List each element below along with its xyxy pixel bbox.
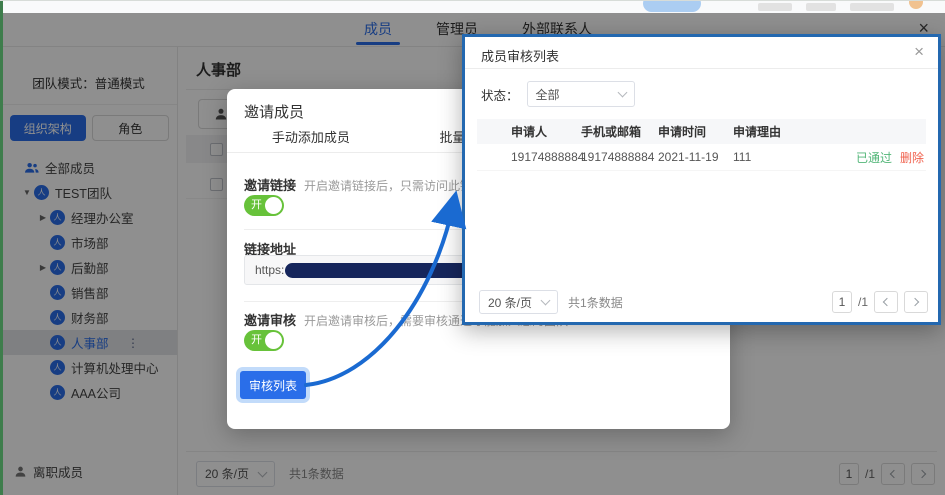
tab-manual-add[interactable]: 手动添加成员 bbox=[227, 127, 395, 152]
invite-link-toggle[interactable]: 开 bbox=[244, 195, 284, 216]
page-size-value: 20 条/页 bbox=[488, 294, 532, 311]
avatar[interactable] bbox=[909, 0, 923, 9]
audit-table-header: 申请人 手机或邮箱 申请时间 申请理由 bbox=[477, 119, 926, 144]
status-filter-select[interactable]: 全部 bbox=[527, 81, 635, 107]
prev-page-button[interactable] bbox=[874, 291, 898, 313]
redacted-link-segment bbox=[285, 263, 470, 278]
invite-link-title: 邀请链接 bbox=[244, 175, 296, 194]
top-ghost-control bbox=[758, 3, 792, 11]
status-filter-label: 状态： bbox=[481, 85, 519, 104]
chevron-down-icon bbox=[541, 296, 551, 306]
toggle-knob bbox=[265, 197, 282, 214]
col-apply-time: 申请时间 bbox=[658, 123, 733, 140]
dialog-header: 成员审核列表 × bbox=[465, 37, 938, 69]
invite-audit-title: 邀请审核 bbox=[244, 310, 296, 329]
cell-contact: 19174888884 bbox=[581, 150, 658, 164]
col-applicant: 申请人 bbox=[477, 123, 581, 140]
top-ghost-control bbox=[806, 3, 836, 11]
toggle-on-label: 开 bbox=[251, 199, 262, 212]
total-count-label: 共1条数据 bbox=[568, 294, 623, 311]
audit-table: 申请人 手机或邮箱 申请时间 申请理由 19174888884 19174888… bbox=[477, 119, 926, 171]
delete-link[interactable]: 删除 bbox=[900, 149, 924, 166]
cell-apply-time: 2021-11-19 bbox=[658, 150, 733, 164]
top-pill-button[interactable] bbox=[643, 0, 701, 12]
close-icon[interactable]: × bbox=[914, 43, 924, 60]
cell-applicant: 19174888884 bbox=[477, 150, 581, 164]
status-filter-value: 全部 bbox=[536, 86, 560, 103]
col-apply-reason: 申请理由 bbox=[733, 123, 926, 140]
cell-apply-reason: 111 bbox=[733, 150, 856, 164]
toggle-on-label: 开 bbox=[251, 334, 262, 347]
top-ghost-control bbox=[850, 3, 894, 11]
top-chrome-strip bbox=[0, 1, 945, 13]
approved-status-link[interactable]: 已通过 bbox=[856, 149, 892, 166]
dialog-title: 成员审核列表 bbox=[481, 46, 559, 65]
page-size-select[interactable]: 20 条/页 bbox=[479, 290, 558, 314]
chevron-left-icon bbox=[883, 298, 891, 306]
modal-title: 邀请成员 bbox=[244, 101, 304, 122]
audit-list-button[interactable]: 审核列表 bbox=[240, 371, 306, 399]
total-pages-label: /1 bbox=[858, 295, 868, 309]
invite-audit-toggle[interactable]: 开 bbox=[244, 330, 284, 351]
app-window: 成员 管理员 外部联系人 × 团队模式：普通模式 组织架构 角色 全部成员 ▼ … bbox=[0, 0, 945, 495]
toggle-knob bbox=[265, 332, 282, 349]
screen-capture-border bbox=[0, 1, 3, 495]
current-page-input[interactable]: 1 bbox=[832, 291, 852, 313]
member-audit-dialog: 成员审核列表 × 状态： 全部 申请人 手机或邮箱 申请时间 申请理由 1917… bbox=[462, 34, 941, 325]
link-prefix: https: bbox=[255, 263, 284, 277]
dialog-pagination-bar: 20 条/页 共1条数据 1 /1 bbox=[479, 290, 928, 314]
col-contact: 手机或邮箱 bbox=[581, 123, 658, 140]
next-page-button[interactable] bbox=[904, 291, 928, 313]
chevron-right-icon bbox=[911, 298, 919, 306]
chevron-down-icon bbox=[617, 88, 627, 98]
audit-table-row: 19174888884 19174888884 2021-11-19 111 已… bbox=[477, 144, 926, 171]
